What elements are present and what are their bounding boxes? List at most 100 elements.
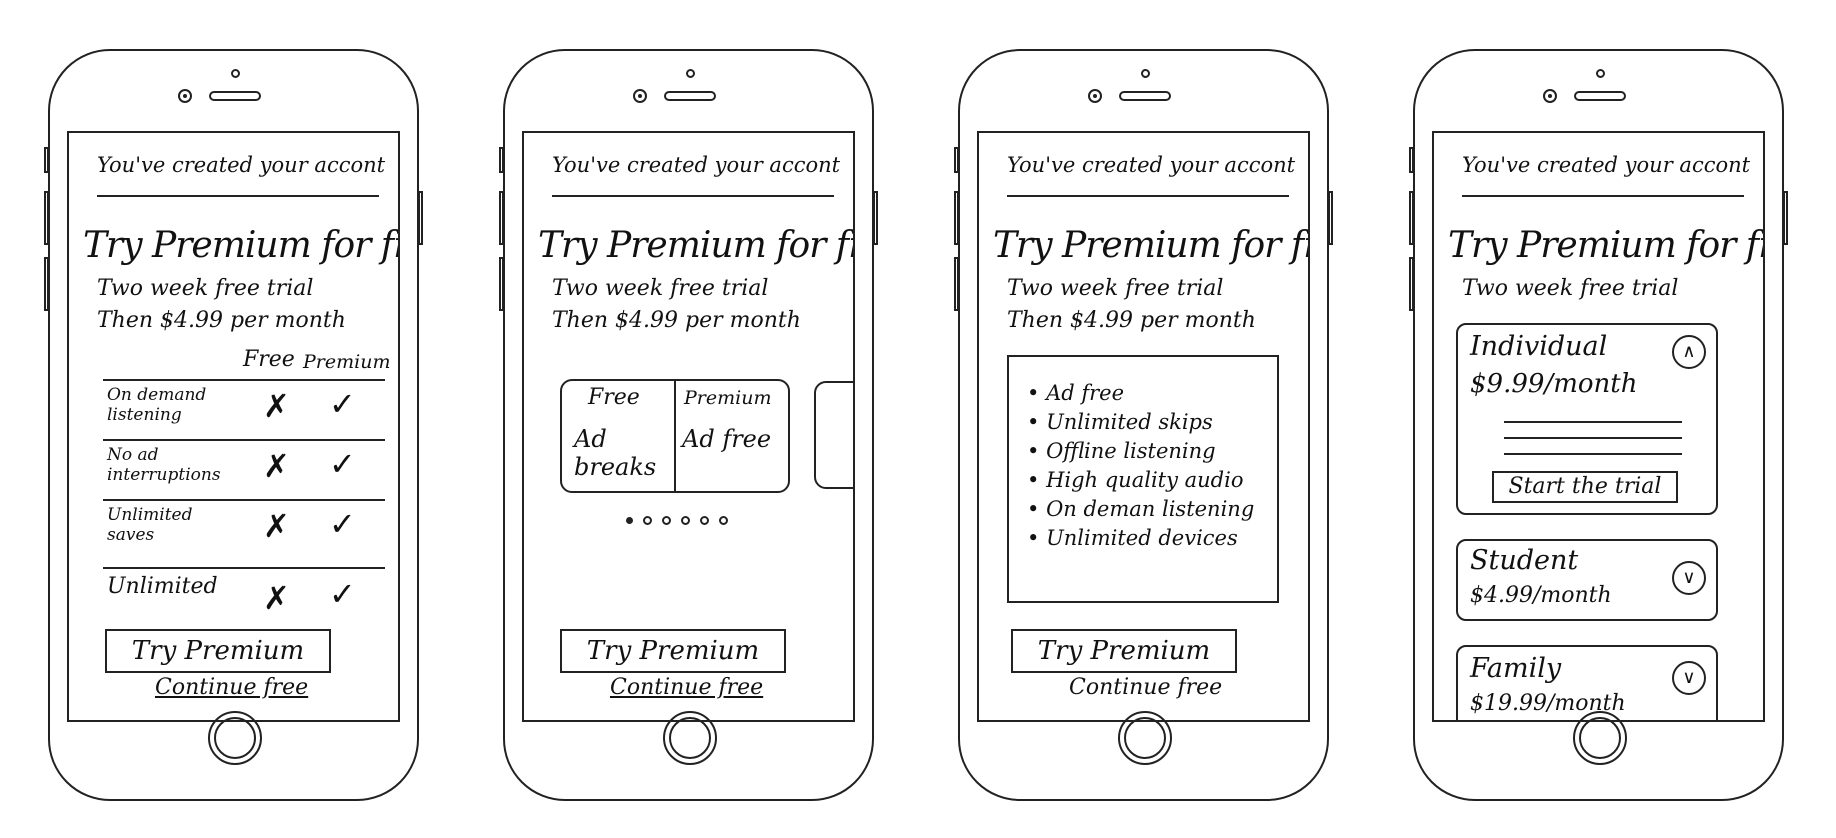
plan-name: Individual <box>1470 331 1608 362</box>
account-created-heading: You've created your accont <box>97 153 386 177</box>
try-premium-button[interactable]: Try Premium <box>1011 629 1237 673</box>
comparison-card[interactable]: Free Ad breaks Premium Ad free <box>560 379 790 493</box>
row-divider <box>103 379 385 381</box>
collapse-icon[interactable]: ∧ <box>1672 335 1706 369</box>
front-camera-icon <box>633 89 647 103</box>
screen-features: You've created your accont Try Premium f… <box>977 131 1310 722</box>
phone-side-button <box>499 191 504 245</box>
start-trial-button[interactable]: Start the trial <box>1492 471 1678 503</box>
price-line: Then $4.99 per month <box>552 308 801 333</box>
card-premium-title: Premium <box>684 387 772 409</box>
front-camera-icon <box>1088 89 1102 103</box>
phone-frame-carousel: You've created your accont Try Premium f… <box>499 49 878 801</box>
header-divider <box>97 195 379 197</box>
list-item: Unlimited skips <box>1027 408 1277 437</box>
screen-plans: You've created your accont Try Premium f… <box>1432 131 1765 722</box>
row-divider <box>103 439 385 441</box>
header-divider <box>1007 195 1289 197</box>
table-row: Unlimited saves ✗ ✓ <box>103 499 385 559</box>
home-button[interactable] <box>663 711 717 765</box>
try-premium-button[interactable]: Try Premium <box>560 629 786 673</box>
card-free-body: Ad breaks <box>574 425 657 481</box>
row-divider <box>103 567 385 569</box>
page-title: Try Premium for free <box>83 225 398 266</box>
price-line: Then $4.99 per month <box>97 308 346 333</box>
proximity-sensor <box>231 69 240 78</box>
phone-side-button <box>954 257 959 311</box>
phone-side-button <box>1783 191 1788 245</box>
expand-icon[interactable]: ∨ <box>1672 661 1706 695</box>
phone-side-button <box>499 147 504 173</box>
front-camera-icon <box>1543 89 1557 103</box>
next-card-peek[interactable] <box>814 381 853 489</box>
phone-side-button <box>954 147 959 173</box>
pagination-dot[interactable] <box>719 516 728 525</box>
row-label: On demand listening <box>107 385 207 425</box>
row-label: Unlimited saves <box>107 505 193 545</box>
phone-side-button <box>1409 257 1414 311</box>
cross-icon: ✗ <box>263 507 290 545</box>
screen-carousel: You've created your accont Try Premium f… <box>522 131 855 722</box>
phone-side-button <box>418 191 423 245</box>
row-label: No ad interruptions <box>107 445 221 485</box>
row-label: Unlimited <box>107 574 218 599</box>
phone-frame-comparison: You've created your accont Try Premium f… <box>44 49 423 801</box>
pagination-dot-active[interactable] <box>626 517 633 524</box>
phone-frame-features: You've created your accont Try Premium f… <box>954 49 1333 801</box>
continue-free-link[interactable]: Continue free <box>1069 675 1222 700</box>
plan-card-family[interactable]: Family $19.99/month ∨ <box>1456 645 1718 720</box>
phone-side-button <box>954 191 959 245</box>
account-created-heading: You've created your accont <box>1007 153 1296 177</box>
continue-free-link[interactable]: Continue free <box>155 675 308 700</box>
earpiece-speaker <box>664 91 716 101</box>
table-row: Unlimited ✗ ✓ <box>103 567 385 627</box>
home-button[interactable] <box>1573 711 1627 765</box>
plan-name: Student <box>1470 545 1579 576</box>
column-header-premium: Premium <box>303 351 391 373</box>
plan-card-student[interactable]: Student $4.99/month ∨ <box>1456 539 1718 621</box>
list-item: Ad free <box>1027 379 1277 408</box>
card-divider <box>674 381 676 491</box>
phone-side-button <box>44 147 49 173</box>
list-item: Unlimited devices <box>1027 524 1277 553</box>
column-header-free: Free <box>243 347 295 372</box>
cross-icon: ✗ <box>263 579 290 617</box>
pagination-dot[interactable] <box>681 516 690 525</box>
list-item: On deman listening <box>1027 495 1277 524</box>
expand-icon[interactable]: ∨ <box>1672 561 1706 595</box>
plan-card-individual[interactable]: Individual $9.99/month ∧ Start the trial <box>1456 323 1718 515</box>
header-divider <box>552 195 834 197</box>
table-row: No ad interruptions ✗ ✓ <box>103 439 385 499</box>
trial-subtitle: Two week free trial <box>1462 276 1679 301</box>
proximity-sensor <box>1141 69 1150 78</box>
phone-side-button <box>1409 191 1414 245</box>
pagination-dot[interactable] <box>662 516 671 525</box>
cross-icon: ✗ <box>263 447 290 485</box>
phone-side-button <box>873 191 878 245</box>
plan-price: $9.99/month <box>1470 369 1638 399</box>
home-button[interactable] <box>208 711 262 765</box>
pagination-dot[interactable] <box>700 516 709 525</box>
checkmark-icon: ✓ <box>329 445 356 483</box>
card-free-title: Free <box>588 385 640 410</box>
account-created-heading: You've created your accont <box>1462 153 1751 177</box>
page-title: Try Premium for free <box>993 225 1308 266</box>
checkmark-icon: ✓ <box>329 505 356 543</box>
checkmark-icon: ✓ <box>329 385 356 423</box>
front-camera-icon <box>178 89 192 103</box>
earpiece-speaker <box>1574 91 1626 101</box>
trial-subtitle: Two week free trial <box>552 276 769 301</box>
phone-side-button <box>44 191 49 245</box>
pagination-dot[interactable] <box>643 516 652 525</box>
feature-list-box: Ad free Unlimited skips Offline listenin… <box>1007 355 1279 603</box>
proximity-sensor <box>1596 69 1605 78</box>
continue-free-link[interactable]: Continue free <box>610 675 763 700</box>
try-premium-button[interactable]: Try Premium <box>105 629 331 673</box>
checkmark-icon: ✓ <box>329 575 356 613</box>
trial-subtitle: Two week free trial <box>1007 276 1224 301</box>
page-title: Try Premium for free <box>538 225 853 266</box>
proximity-sensor <box>686 69 695 78</box>
header-divider <box>1462 195 1744 197</box>
phone-side-button <box>44 257 49 311</box>
home-button[interactable] <box>1118 711 1172 765</box>
